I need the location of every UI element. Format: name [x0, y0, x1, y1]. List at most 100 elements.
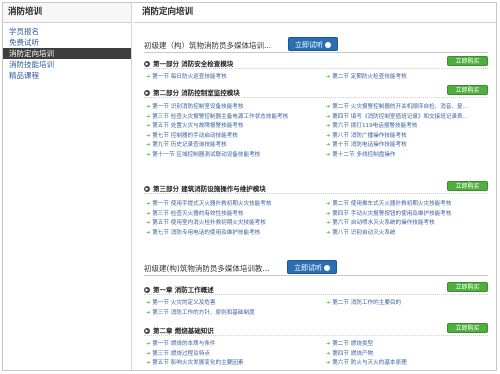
- lesson-link[interactable]: ➜ 第七节 控制器的手动启动技能考核: [146, 131, 324, 139]
- lesson-label: 第二节 定期防火检查技能考核: [332, 74, 407, 80]
- lesson-link[interactable]: ➜ 第七节 消防专用电话的使用及维护技能考核: [146, 228, 324, 236]
- arrow-bullet-icon: ▶: [144, 186, 150, 192]
- lesson-link[interactable]: ➜ 第十一节 区域控制器测试联动设备技能考核: [146, 150, 324, 158]
- lesson-link[interactable]: ➜ 第十节 消防电话操作技能考核: [326, 140, 490, 148]
- lesson-label: 第十二节 多线控制盘操作: [332, 152, 396, 158]
- sidebar-item[interactable]: 免费试听: [3, 37, 131, 48]
- buy-button[interactable]: 立即购买: [447, 282, 488, 292]
- arrow-icon: ➜: [146, 152, 151, 158]
- lesson-link[interactable]: ➜ 第五节 使用室内消火栓扑救初期火灾技能考核: [146, 218, 324, 226]
- section-title-text: 第二部分 消防控制室监控模块: [153, 89, 240, 97]
- lesson-link[interactable]: ➜ 第五节 影响火灾发展变化的主要因素: [146, 358, 324, 366]
- arrow-icon: ➜: [326, 123, 331, 130]
- buy-button[interactable]: 立即购买: [447, 56, 488, 66]
- lesson-label: 第八节 识别自动灭火系统: [332, 229, 396, 236]
- arrow-icon: ➜: [146, 350, 151, 357]
- lesson-label: 第七节 消防专用电话的使用及维护技能考核: [152, 229, 261, 236]
- arrow-icon: ➜: [326, 74, 331, 80]
- lesson-link[interactable]: ➜ 第六节 自动喷水灭火系统的操作技能考核: [326, 218, 490, 226]
- course-title: 初级建（构）筑物消防员多媒体培训...: [144, 41, 272, 50]
- buy-button[interactable]: 立即购买: [447, 181, 488, 191]
- lesson-link[interactable]: ➜ 第二节 火灾报警控制器的开关机顺序自检、消音、复...: [326, 102, 490, 110]
- lesson-link[interactable]: ➜ 第一节 燃烧的本质与条件: [146, 339, 324, 347]
- main-content: 消防定向培训 初级建（构）筑物消防员多媒体培训... 立即试听 ▶ 第一部分 消防安全…: [134, 3, 496, 370]
- sidebar-item[interactable]: 学员报名: [3, 26, 131, 37]
- section-title: ▶ 第二部分 消防控制室监控模块: [144, 87, 240, 97]
- arrow-icon: ➜: [326, 350, 331, 357]
- arrow-icon: ➜: [326, 360, 331, 367]
- arrow-bullet-icon: ▶: [144, 287, 150, 293]
- lesson-link[interactable]: ➜ 第五节 处置火灾与故障报警技能考核: [146, 121, 324, 129]
- section-title-text: 第一章 消防工作概述: [153, 286, 214, 294]
- course-divider: [144, 52, 488, 53]
- section-divider: [144, 97, 488, 98]
- lesson-label: 第三节 检查灭火器的有效性技能考核: [152, 210, 244, 217]
- arrow-bullet-icon: ▶: [144, 90, 150, 96]
- arrow-icon: ➜: [146, 132, 151, 139]
- lesson-label: 第八节 消防广播操作技能考核: [332, 132, 407, 139]
- arrow-icon: ➜: [146, 300, 151, 306]
- arrow-bullet-icon: ▶: [144, 328, 150, 334]
- arrow-icon: ➜: [326, 201, 331, 207]
- lesson-label: 第四节 燃烧产物: [332, 350, 374, 357]
- arrow-icon: ➜: [146, 113, 151, 120]
- buy-button[interactable]: 立即购买: [447, 323, 488, 333]
- lesson-link[interactable]: ➜ 第二节 使用推车式灭火器扑救初期火灾技能考核: [326, 199, 490, 207]
- lesson-label: 第六节 防火与灭火的基本原理: [332, 360, 407, 367]
- lesson-link[interactable]: ➜ 第四节 燃烧产物: [326, 349, 490, 357]
- section-title: ▶ 第一章 消防工作概述: [144, 284, 214, 294]
- lesson-link[interactable]: ➜ 第一节 火灾的定义及危害: [146, 298, 324, 306]
- sidebar-item[interactable]: 消防定向培训: [3, 48, 131, 59]
- sidebar-item[interactable]: 精品课程: [3, 70, 131, 81]
- arrow-icon: ➜: [146, 142, 151, 149]
- section-title-text: 第二章 燃烧基础知识: [153, 327, 214, 335]
- arrow-icon: ➜: [326, 132, 331, 139]
- lesson-link[interactable]: ➜ 第一节 每日防火巡查技能考核: [146, 72, 324, 80]
- lesson-label: 第一节 燃烧的本质与条件: [152, 341, 216, 347]
- lesson-label: 第九节 历史记录查询技能考核: [152, 142, 227, 149]
- trial-button[interactable]: 立即试听: [287, 260, 337, 274]
- arrow-icon: ➜: [326, 229, 331, 236]
- sidebar-item[interactable]: 消防技能培训: [3, 59, 131, 70]
- trial-button[interactable]: 立即试听: [288, 37, 338, 51]
- lesson-link[interactable]: ➜ 第二节 定期防火检查技能考核: [326, 72, 490, 80]
- lesson-label: 第五节 影响火灾发展变化的主要因素: [152, 360, 244, 367]
- arrow-icon: ➜: [326, 152, 331, 158]
- lesson-link[interactable]: ➜ 第六节 拨打119电话报警技能考核: [326, 121, 490, 129]
- lesson-link[interactable]: ➜ 第六节 防火与灭火的基本原理: [326, 358, 490, 366]
- sidebar-title: 消防培训: [3, 3, 131, 23]
- section-title: ▶ 第三部分 建筑消防设施操作与维护模块: [144, 183, 266, 193]
- sidebar-list: 学员报名 免费试听 消防定向培训 消防技能培训 精品课程: [3, 26, 131, 81]
- lesson-label: 第十节 消防电话操作技能考核: [332, 142, 407, 149]
- lesson-label: 第三节 检查火灾报警控制器主备电源工作状态技能考核: [152, 113, 289, 120]
- arrow-icon: ➜: [146, 210, 151, 217]
- page-frame: 消防培训 学员报名 免费试听 消防定向培训 消防技能培训 精品课程 消防定向培训 初级建…: [2, 2, 497, 371]
- lesson-label: 第四节 填写《消防控制室值班记录》和交接班记录表...: [332, 113, 468, 120]
- arrow-icon: ➜: [146, 74, 151, 80]
- lesson-label: 第一节 火灾的定义及危害: [152, 300, 216, 306]
- buy-button[interactable]: 立即购买: [447, 85, 488, 95]
- lesson-link[interactable]: ➜ 第一节 使用手提式灭火器扑救初期火灾技能考核: [146, 199, 324, 207]
- sidebar: 消防培训 学员报名 免费试听 消防定向培训 消防技能培训 精品课程: [3, 3, 132, 370]
- lesson-link[interactable]: ➜ 第十二节 多线控制盘操作: [326, 150, 490, 158]
- lesson-label: 第三节 燃烧过程及特点: [152, 350, 210, 357]
- lesson-label: 第五节 处置火灾与故障报警技能考核: [152, 123, 244, 130]
- section-divider: [144, 294, 488, 295]
- lesson-link[interactable]: ➜ 第二节 燃烧类型: [326, 339, 490, 347]
- lesson-label: 第六节 自动喷水灭火系统的操作技能考核: [332, 220, 435, 227]
- lesson-link[interactable]: ➜ 第一节 识别消防控制室设备技能考核: [146, 102, 324, 110]
- lesson-link[interactable]: ➜ 第三节 检查火灾报警控制器主备电源工作状态技能考核: [146, 112, 324, 120]
- lesson-link[interactable]: ➜ 第九节 历史记录查询技能考核: [146, 140, 324, 148]
- lesson-link[interactable]: ➜ 第八节 消防广播操作技能考核: [326, 131, 490, 139]
- lesson-link[interactable]: ➜ 第八节 识别自动灭火系统: [326, 228, 490, 236]
- user-icon: [325, 42, 331, 48]
- lesson-link[interactable]: ➜ 第四节 手动火灾报警按钮的使用及维护技能考核: [326, 209, 490, 217]
- lesson-label: 第十一节 区域控制器测试联动设备技能考核: [152, 152, 261, 158]
- trial-button-label: 立即试听: [295, 41, 323, 49]
- lesson-link[interactable]: ➜ 第二节 消防工作的主要目的: [326, 298, 490, 306]
- lesson-link[interactable]: ➜ 第三节 检查灭火器的有效性技能考核: [146, 209, 324, 217]
- lesson-link[interactable]: ➜ 第四节 填写《消防控制室值班记录》和交接班记录表...: [326, 112, 490, 120]
- lesson-link[interactable]: ➜ 第三节 燃烧过程及特点: [146, 349, 324, 357]
- lesson-link[interactable]: ➜ 第三节 消防工作的方针、原则和基础制度: [146, 308, 324, 316]
- section-divider: [144, 193, 488, 194]
